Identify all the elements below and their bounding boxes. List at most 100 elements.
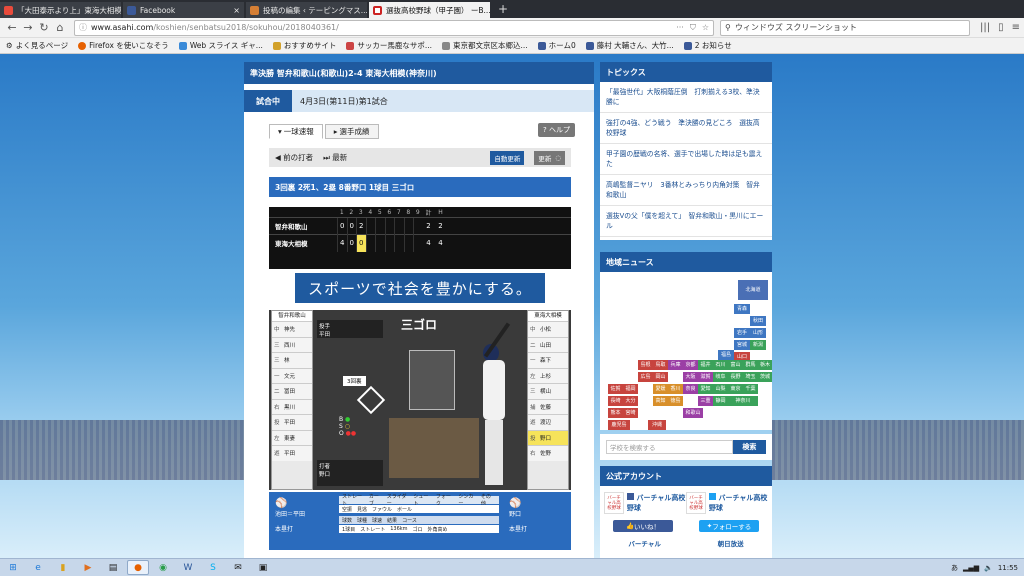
prefecture-link[interactable]: 香川 [668, 384, 683, 394]
image-icon[interactable]: ▣ [252, 560, 274, 575]
pocket-icon[interactable]: ⛉ [690, 23, 696, 33]
update-button[interactable]: 更新 ◌ [534, 150, 565, 165]
start-button-icon[interactable]: ⊞ [2, 560, 24, 575]
lineup-item[interactable]: 左上杉 [528, 367, 568, 383]
prefecture-link[interactable]: 京都 [683, 360, 698, 370]
home-icon[interactable]: ⌂ [52, 20, 68, 36]
latest-button[interactable]: ⏭ 最新 [323, 152, 347, 163]
bookmark-item[interactable]: 2 お知らせ [683, 40, 732, 51]
browser-tab-2[interactable]: Facebook × [123, 2, 244, 18]
browser-tab-1[interactable]: 「大田泰示より上」東海大相模× [0, 2, 121, 18]
help-button[interactable]: ? ヘルプ [538, 123, 575, 137]
bookmark-star-icon[interactable]: ☆ [702, 23, 709, 33]
prefecture-link[interactable]: 岩手 [734, 328, 750, 338]
lineup-item[interactable]: 中神先 [272, 321, 312, 337]
prefecture-link[interactable]: 岐阜 [713, 372, 728, 382]
prev-batter-button[interactable]: ◀ 前の打者 [275, 152, 313, 163]
reload-icon[interactable]: ↻ [36, 20, 52, 36]
new-tab-button[interactable]: + [492, 2, 514, 18]
more-icon[interactable]: ··· [676, 23, 684, 33]
prefecture-link[interactable]: 福島 [718, 350, 734, 360]
prefecture-link[interactable]: 青森 [734, 304, 750, 314]
sidebar-icon[interactable]: ▯ [998, 22, 1004, 33]
prefecture-link[interactable]: 鳥取 [653, 360, 668, 370]
prefecture-link[interactable]: 茨城 [758, 372, 772, 382]
lineup-item[interactable]: 二山田 [528, 336, 568, 352]
prefecture-link[interactable]: 長崎 [608, 396, 623, 406]
prefecture-link[interactable]: 沖縄 [648, 420, 666, 430]
lineup-item[interactable]: 中小松 [528, 321, 568, 337]
network-icon[interactable]: ▂▄▆ [963, 564, 979, 572]
prefecture-link[interactable]: 埼玉 [743, 372, 758, 382]
lineup-item[interactable]: 三西川 [272, 336, 312, 352]
tab-pitch-by-pitch[interactable]: ▾ 一球速報 [269, 124, 323, 139]
lineup-item[interactable]: 一文元 [272, 367, 312, 383]
topic-link[interactable]: 甲子園の歴戦の名将、選手で出場した時は足も震えた [600, 144, 772, 175]
close-icon[interactable]: × [230, 6, 240, 15]
prefecture-link[interactable]: 三重 [698, 396, 713, 406]
prefecture-link[interactable]: 愛知 [698, 384, 713, 394]
lineup-item[interactable]: 三林 [272, 352, 312, 368]
prefecture-link[interactable]: 東京 [728, 384, 743, 394]
volume-icon[interactable]: 🔈 [984, 564, 993, 572]
forward-arrow-icon[interactable]: → [20, 20, 36, 36]
school-search-input[interactable]: 学校を検索する [606, 440, 733, 454]
prefecture-link[interactable]: 兵庫 [668, 360, 683, 370]
prefecture-link[interactable]: 高知 [653, 396, 668, 406]
bookmark-item[interactable]: ホーム0 [537, 40, 576, 51]
lineup-item[interactable]: 一森下 [528, 352, 568, 368]
prefecture-link[interactable]: 山形 [750, 328, 766, 338]
bookmark-item[interactable]: 藤村 大輔さん、大竹... [585, 40, 674, 51]
prefecture-link[interactable]: 滋賀 [698, 372, 713, 382]
search-button[interactable]: 検索 [732, 440, 766, 454]
skype-icon[interactable]: S [202, 560, 224, 575]
prefecture-link[interactable]: 秋田 [750, 316, 766, 326]
bookmark-item[interactable]: Web スライス ギャ... [178, 40, 263, 51]
prefecture-link[interactable]: 奈良 [683, 384, 698, 394]
menu-icon[interactable]: ≡ [1012, 22, 1020, 33]
prefecture-link[interactable]: 北海道 [738, 280, 768, 300]
prefecture-link[interactable]: 和歌山 [683, 408, 703, 418]
browser-tab-active[interactable]: 選抜高校野球（甲子園） ーB...× [369, 2, 490, 18]
lineup-item[interactable]: 遊平田 [272, 445, 312, 461]
prefecture-link[interactable]: 千葉 [743, 384, 758, 394]
prefecture-link[interactable]: 徳島 [668, 396, 683, 406]
prefecture-link[interactable]: 鹿児島 [608, 420, 630, 430]
bookmark-item[interactable]: おすすめサイト [272, 40, 336, 51]
prefecture-link[interactable]: 長野 [728, 372, 743, 382]
prefecture-link[interactable]: 神奈川 [728, 396, 758, 406]
prefecture-link[interactable]: 新潟 [750, 340, 766, 350]
prefecture-link[interactable]: 群馬 [743, 360, 758, 370]
prefecture-link[interactable]: 大分 [623, 396, 638, 406]
twitter-account[interactable]: バーチャル高校野球 バーチャル高校野球 [686, 492, 768, 514]
auto-update-button[interactable]: 自動更新 [490, 150, 525, 165]
bookmark-item[interactable]: Firefox を使いこなそう [78, 40, 169, 51]
browser-tab-3[interactable]: 投稿の編集 ‹ テーピングマス...× [246, 2, 367, 18]
prefecture-link[interactable]: 宮崎 [623, 408, 638, 418]
topic-link[interactable]: 強打の4強、どう戦う 準決勝の見どころ 選抜高校野球 [600, 113, 772, 144]
like-button[interactable]: 👍 いいね！ [613, 520, 673, 532]
mail-icon[interactable]: ✉ [227, 560, 249, 575]
prefecture-link[interactable]: 佐賀 [608, 384, 623, 394]
lineup-item[interactable]: 投野口 [528, 429, 568, 445]
ad-banner[interactable]: スポーツで社会を豊かにする。 [295, 273, 545, 303]
lineup-item[interactable]: 三横山 [528, 383, 568, 399]
search-input[interactable]: ⚲ ウィンドウズ スクリーンショット [720, 19, 970, 36]
ime-indicator[interactable]: あ [951, 563, 958, 573]
prefecture-link[interactable]: 広島 [638, 372, 653, 382]
prefecture-link[interactable]: 熊本 [608, 408, 623, 418]
bookmark-item[interactable]: 東京都文京区本郷込... [442, 40, 528, 51]
lineup-item[interactable]: 二冨田 [272, 383, 312, 399]
prefecture-link[interactable]: 山梨 [713, 384, 728, 394]
lineup-item[interactable]: 右黒川 [272, 398, 312, 414]
folder-icon[interactable]: ▮ [52, 560, 74, 575]
media-player-icon[interactable]: ▶ [77, 560, 99, 575]
document-icon[interactable]: ▤ [102, 560, 124, 575]
prefecture-link[interactable]: 福岡 [623, 384, 638, 394]
tab-player-stats[interactable]: ▸ 選手成績 [324, 124, 379, 139]
word-icon[interactable]: W [177, 560, 199, 575]
follow-button[interactable]: ✦ フォローする [699, 520, 759, 532]
bookmark-item[interactable]: サッカー馬鹿なサポ... [346, 40, 432, 51]
asahi-broadcast-account[interactable]: 朝日放送 [718, 538, 744, 548]
lineup-item[interactable]: 左東妻 [272, 429, 312, 445]
